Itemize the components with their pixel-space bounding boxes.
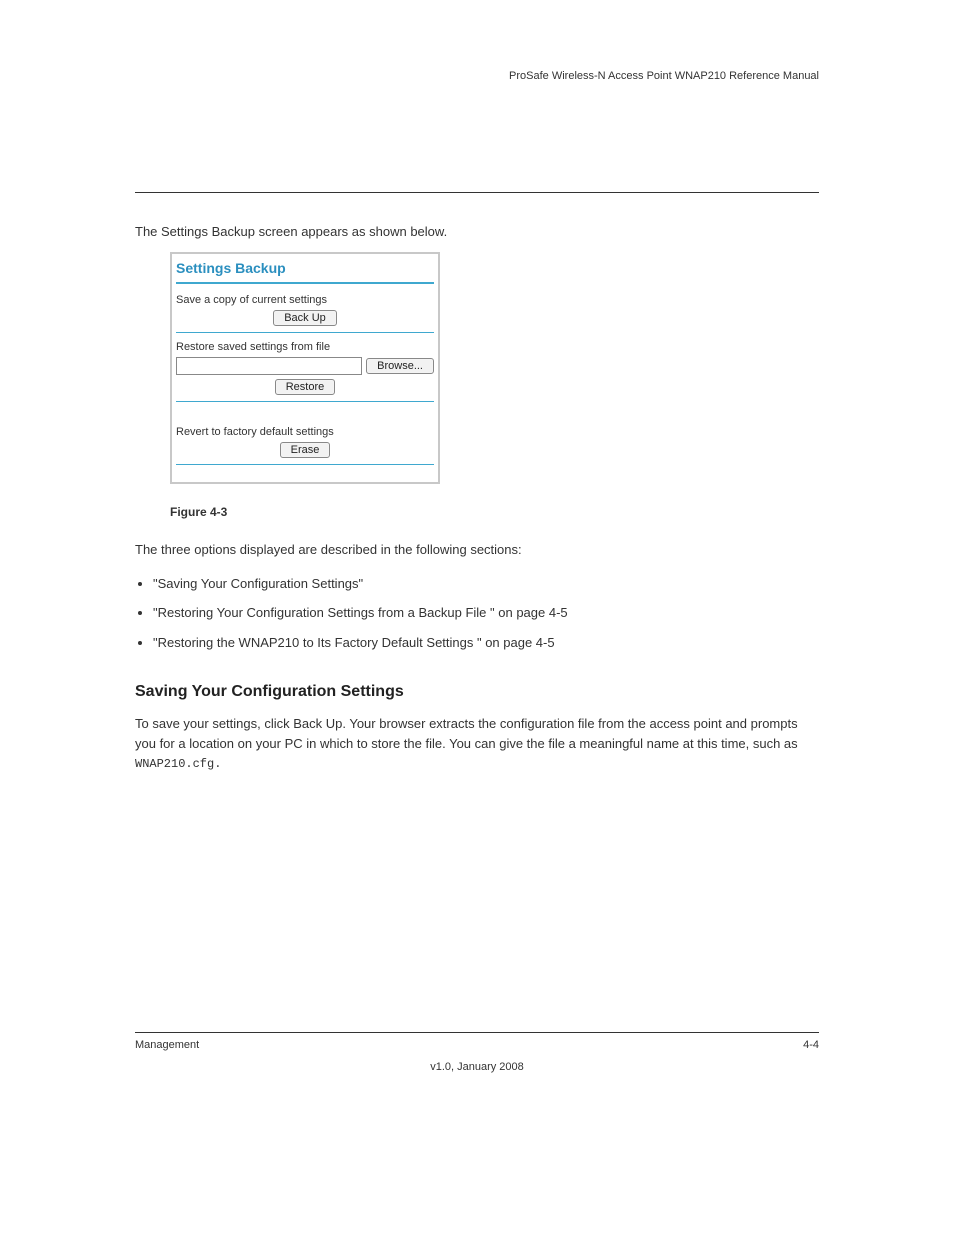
revert-section-label: Revert to factory default settings	[176, 426, 434, 438]
figure-caption: Figure 4-3	[170, 505, 227, 519]
browse-button[interactable]: Browse...	[366, 358, 434, 374]
divider-thin-3	[176, 464, 434, 465]
bullet-item-1: "Saving Your Configuration Settings"	[153, 574, 819, 594]
bullet-item-2: "Restoring Your Configuration Settings f…	[153, 603, 819, 623]
settings-backup-panel: Settings Backup Save a copy of current s…	[170, 252, 440, 484]
footer-version: v1.0, January 2008	[135, 1061, 819, 1073]
section-heading-saving: Saving Your Configuration Settings	[135, 680, 819, 704]
body-intro: The three options displayed are describe…	[135, 540, 819, 560]
panel-title: Settings Backup	[176, 260, 434, 276]
restore-file-input[interactable]	[176, 357, 362, 375]
paragraph-text: To save your settings, click Back Up. Yo…	[135, 716, 798, 751]
divider-thin-2	[176, 401, 434, 402]
footer-right: 4-4	[803, 1039, 819, 1051]
section-paragraph-saving: To save your settings, click Back Up. Yo…	[135, 714, 819, 773]
erase-button[interactable]: Erase	[280, 442, 331, 458]
footer-left: Management	[135, 1039, 199, 1051]
divider-accent-1	[176, 282, 434, 284]
restore-section-label: Restore saved settings from file	[176, 341, 434, 353]
filename-text: WNAP210.cfg.	[135, 757, 221, 771]
save-section-label: Save a copy of current settings	[176, 294, 434, 306]
intro-text: The Settings Backup screen appears as sh…	[135, 223, 819, 241]
bullet-item-3: "Restoring the WNAP210 to Its Factory De…	[153, 633, 819, 653]
footer-rule	[135, 1032, 819, 1033]
header-product: ProSafe Wireless-N Access Point WNAP210 …	[135, 70, 819, 82]
divider-thin-1	[176, 332, 434, 333]
backup-button[interactable]: Back Up	[273, 310, 337, 326]
body-content: The three options displayed are describe…	[135, 540, 819, 787]
header-rule	[135, 192, 819, 193]
page-footer: Management 4-4 v1.0, January 2008	[135, 1032, 819, 1073]
bullet-list: "Saving Your Configuration Settings" "Re…	[153, 574, 819, 653]
restore-button[interactable]: Restore	[275, 379, 336, 395]
